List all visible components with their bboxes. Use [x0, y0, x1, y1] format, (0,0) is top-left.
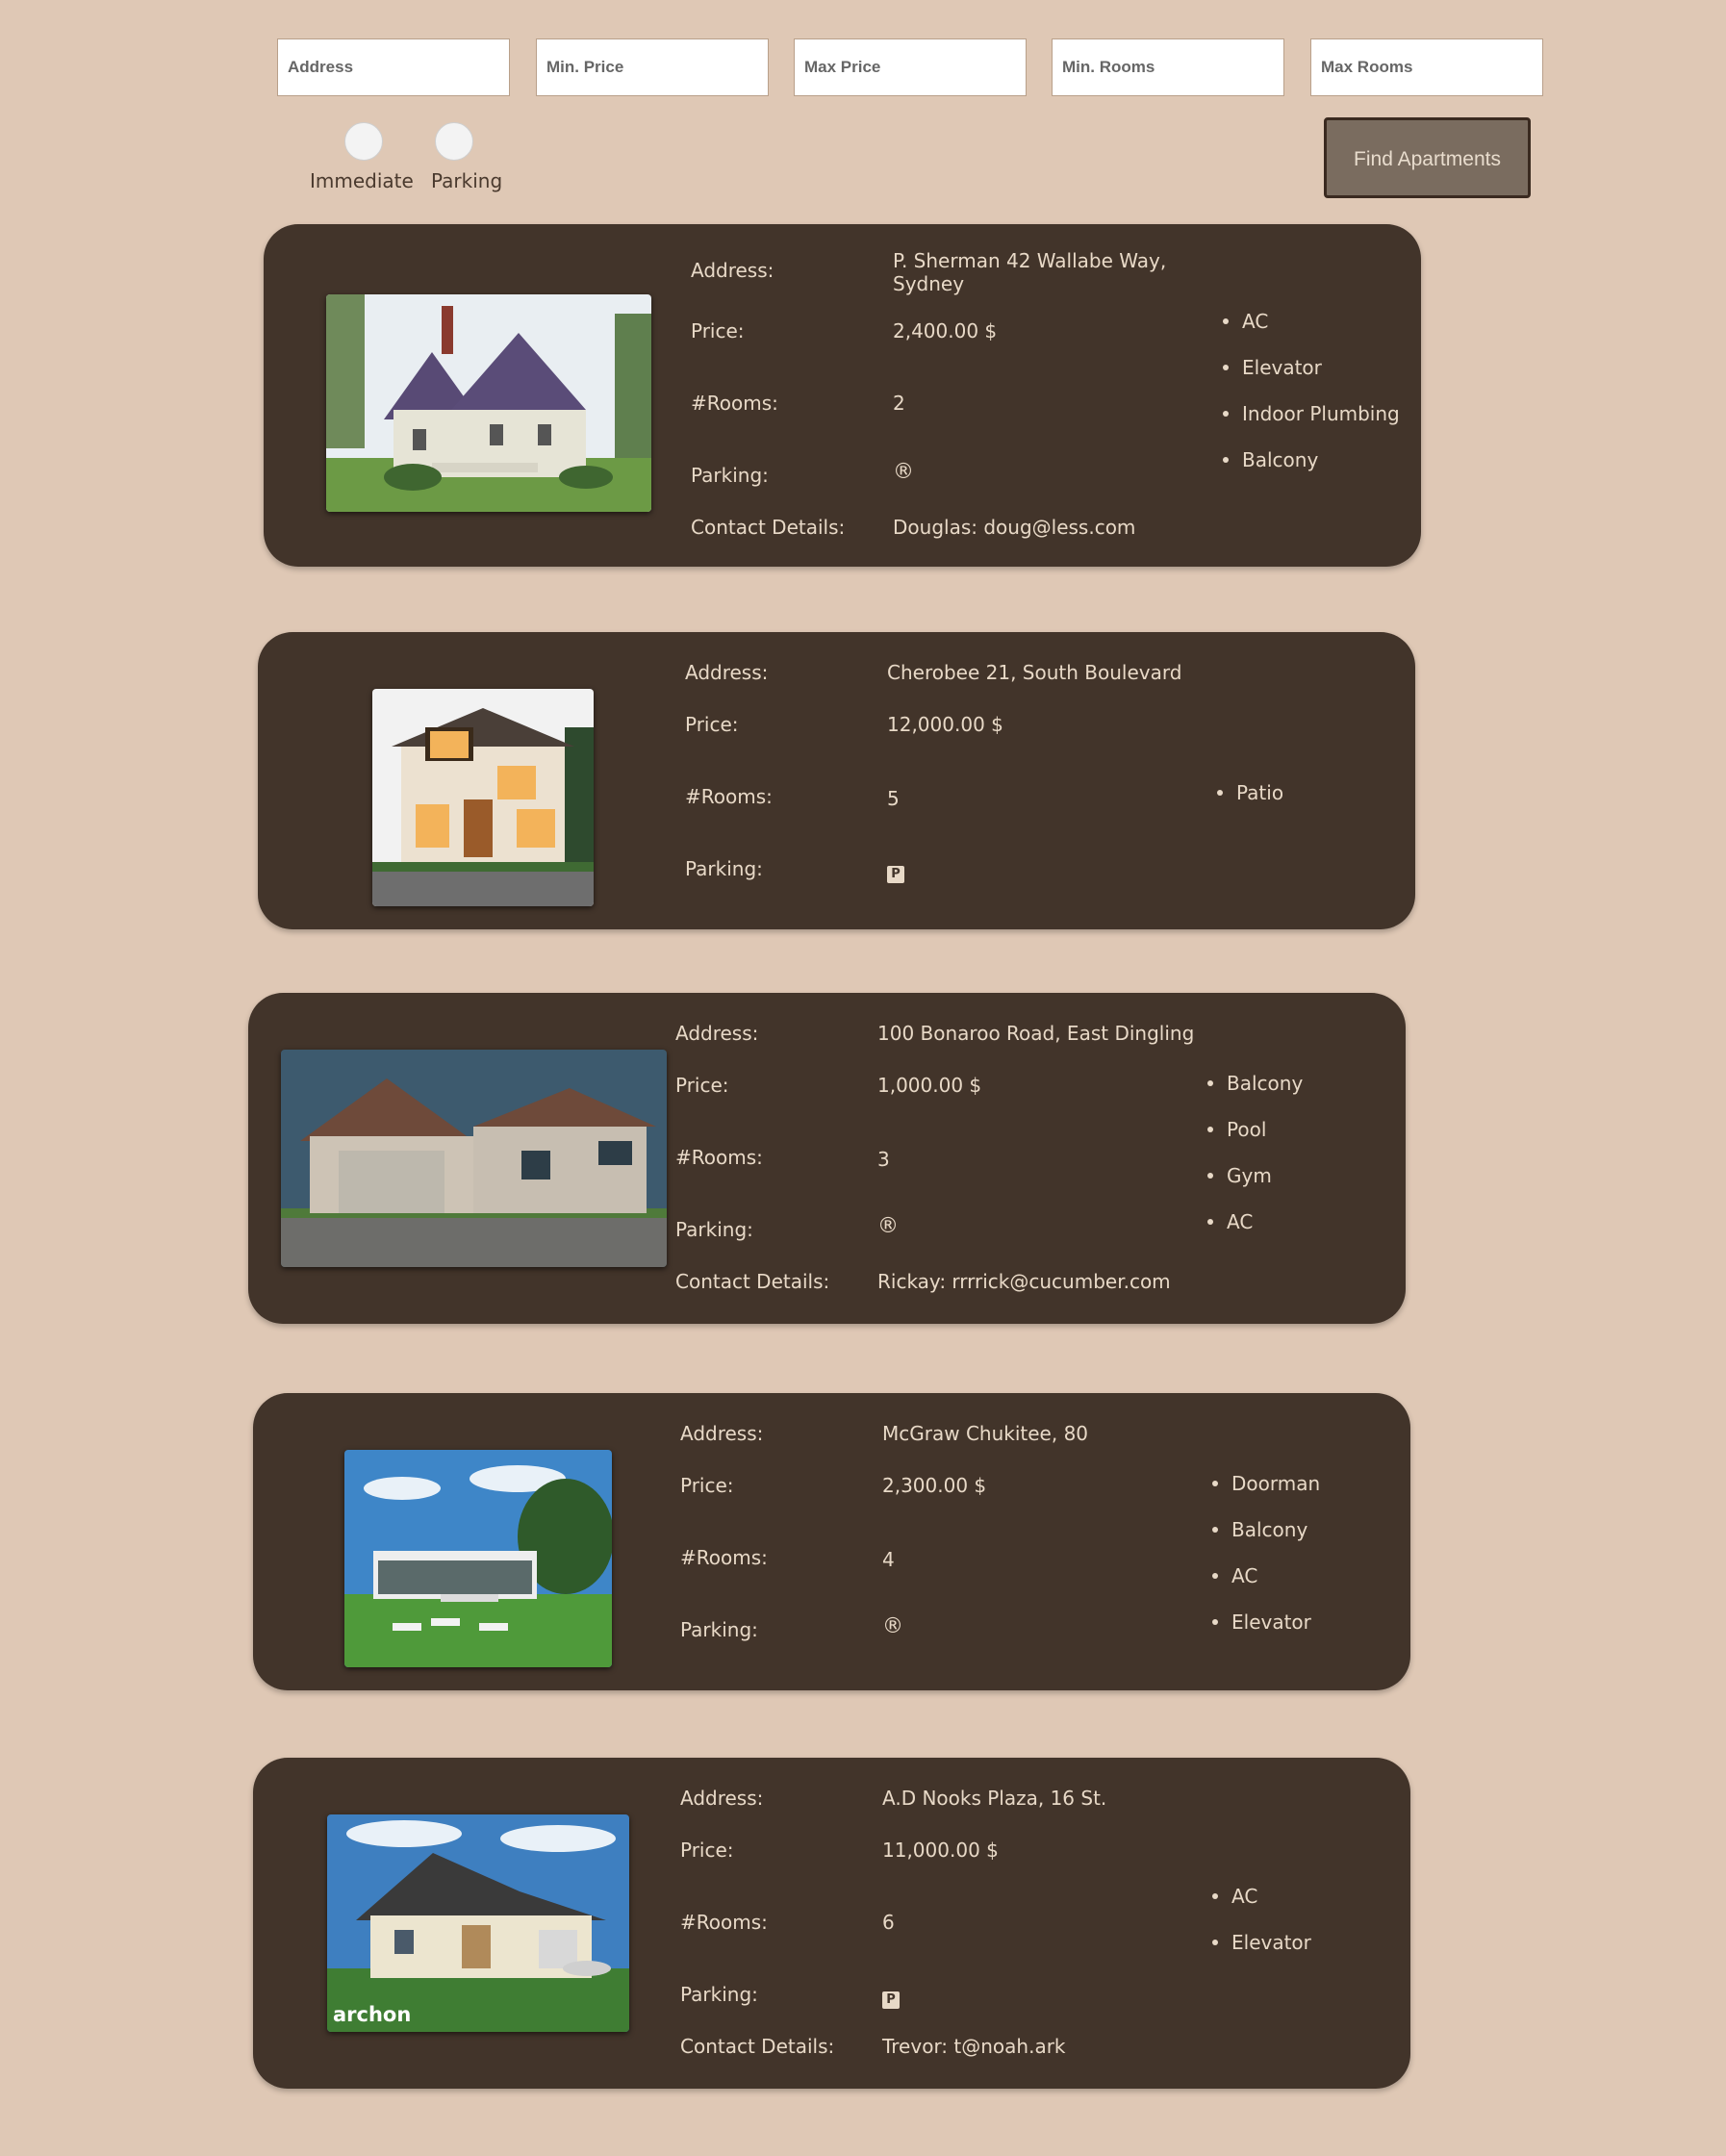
price-label: Price:: [680, 1839, 734, 1862]
listing-card: Address: Cherobee 21, South Boulevard Pr…: [258, 632, 1415, 929]
parking-label: Parking:: [691, 464, 769, 487]
list-item: Balcony: [1207, 1072, 1303, 1118]
rooms-label: #Rooms:: [685, 785, 773, 808]
listing-card: Address: McGraw Chukitee, 80 Price: 2,30…: [253, 1393, 1410, 1690]
parking-icon: P: [882, 1991, 900, 2009]
list-item: Indoor Plumbing: [1223, 402, 1400, 448]
list-item: AC: [1223, 310, 1400, 356]
parking-label: Parking:: [680, 1618, 758, 1641]
price-label: Price:: [691, 319, 745, 342]
min-price-input[interactable]: [536, 38, 769, 96]
rooms-value: 5: [887, 787, 900, 810]
listing-photo[interactable]: [281, 1050, 667, 1267]
list-item: Patio: [1217, 781, 1283, 827]
amenities-list: AC Elevator: [1212, 1885, 1311, 1977]
max-price-input[interactable]: [794, 38, 1027, 96]
price-value: 2,400.00 $: [893, 319, 998, 342]
parking-registered-icon: ®: [893, 460, 914, 484]
find-apartments-button[interactable]: Find Apartments: [1324, 117, 1531, 198]
address-value: A.D Nooks Plaza, 16 St.: [882, 1787, 1107, 1810]
list-item: Balcony: [1223, 448, 1400, 495]
address-value: McGraw Chukitee, 80: [882, 1422, 1089, 1445]
rooms-value: 2: [893, 392, 905, 415]
list-item: AC: [1212, 1564, 1320, 1611]
parking-label: Parking:: [685, 857, 763, 880]
parking-filter-label: Parking: [431, 169, 503, 192]
address-label: Address:: [680, 1422, 764, 1445]
address-label: Address:: [685, 661, 769, 684]
listing-card: archon Address: A.D Nooks Plaza, 16 St. …: [253, 1758, 1410, 2089]
parking-registered-icon: ®: [877, 1214, 899, 1238]
price-label: Price:: [680, 1474, 734, 1497]
list-item: Pool: [1207, 1118, 1303, 1164]
address-filter-input[interactable]: [277, 38, 510, 96]
price-value: 12,000.00 $: [887, 713, 1003, 736]
contact-label: Contact Details:: [691, 516, 846, 539]
address-value: 100 Bonaroo Road, East Dingling: [877, 1022, 1195, 1045]
list-item: Elevator: [1212, 1611, 1320, 1657]
rooms-value: 4: [882, 1548, 895, 1571]
list-item: Gym: [1207, 1164, 1303, 1210]
address-value: P. Sherman 42 Wallabe Way, Sydney: [893, 249, 1167, 295]
list-item: Doorman: [1212, 1472, 1320, 1518]
archon-logo: archon: [333, 2003, 412, 2026]
price-label: Price:: [685, 713, 739, 736]
rooms-label: #Rooms:: [691, 392, 778, 415]
rooms-label: #Rooms:: [680, 1546, 768, 1569]
list-item: AC: [1212, 1885, 1311, 1931]
parking-value: P: [887, 859, 904, 883]
parking-label: Parking:: [680, 1983, 758, 2006]
parking-value: P: [882, 1985, 900, 2009]
listing-photo[interactable]: [326, 294, 651, 512]
amenities-list: Doorman Balcony AC Elevator: [1212, 1472, 1320, 1657]
parking-registered-icon: ®: [882, 1614, 903, 1638]
amenities-list: Patio: [1217, 781, 1283, 827]
rooms-value: 3: [877, 1148, 890, 1171]
price-value: 1,000.00 $: [877, 1074, 982, 1097]
address-value: Cherobee 21, South Boulevard: [887, 661, 1182, 684]
contact-label: Contact Details:: [680, 2035, 835, 2058]
listing-card: Address: 100 Bonaroo Road, East Dingling…: [248, 993, 1406, 1324]
rooms-label: #Rooms:: [675, 1146, 763, 1169]
list-item: Elevator: [1223, 356, 1400, 402]
list-item: Balcony: [1212, 1518, 1320, 1564]
immediate-toggle[interactable]: [344, 122, 383, 161]
amenities-list: Balcony Pool Gym AC: [1207, 1072, 1303, 1256]
contact-label: Contact Details:: [675, 1270, 830, 1293]
contact-value: Rickay: rrrrick@cucumber.com: [877, 1270, 1171, 1293]
rooms-value: 6: [882, 1911, 895, 1934]
immediate-label: Immediate: [310, 169, 414, 192]
listing-photo[interactable]: [372, 689, 594, 906]
max-rooms-input[interactable]: [1310, 38, 1543, 96]
listing-card: Address: P. Sherman 42 Wallabe Way, Sydn…: [264, 224, 1421, 567]
address-label: Address:: [675, 1022, 759, 1045]
address-label: Address:: [680, 1787, 764, 1810]
listing-photo[interactable]: archon: [327, 1814, 629, 2032]
parking-icon: P: [887, 866, 904, 883]
contact-value: Trevor: t@noah.ark: [882, 2035, 1066, 2058]
parking-toggle[interactable]: [435, 122, 473, 161]
list-item: Elevator: [1212, 1931, 1311, 1977]
price-label: Price:: [675, 1074, 729, 1097]
listing-photo[interactable]: [344, 1450, 612, 1667]
contact-value: Douglas: doug@less.com: [893, 516, 1136, 539]
price-value: 2,300.00 $: [882, 1474, 987, 1497]
amenities-list: AC Elevator Indoor Plumbing Balcony: [1223, 310, 1400, 495]
list-item: AC: [1207, 1210, 1303, 1256]
parking-label: Parking:: [675, 1218, 753, 1241]
min-rooms-input[interactable]: [1052, 38, 1284, 96]
rooms-label: #Rooms:: [680, 1911, 768, 1934]
address-label: Address:: [691, 259, 774, 282]
price-value: 11,000.00 $: [882, 1839, 999, 1862]
